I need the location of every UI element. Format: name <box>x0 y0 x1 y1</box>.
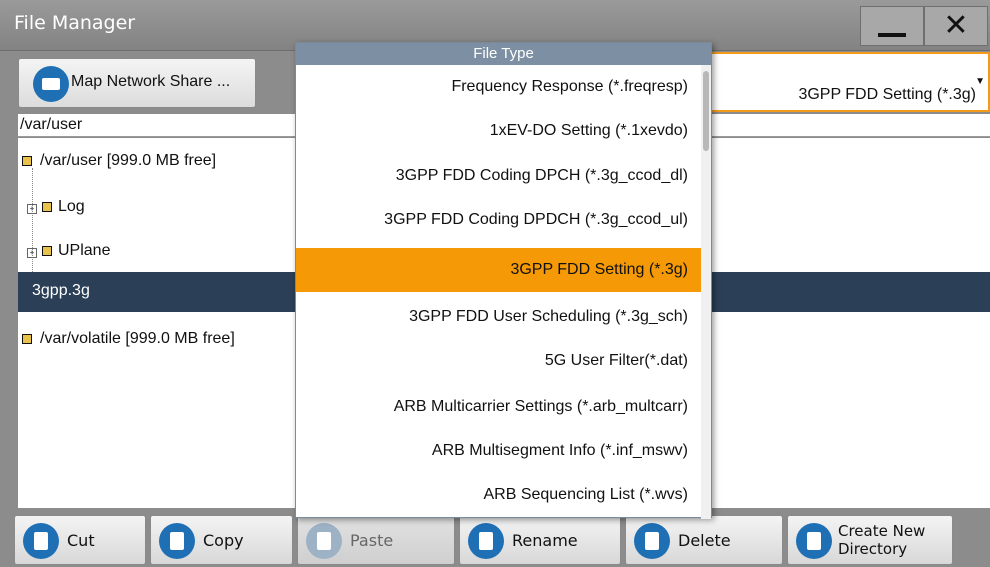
tree-item-label: /var/volatile [999.0 MB free] <box>40 330 235 347</box>
scrollbar-thumb[interactable] <box>703 71 709 151</box>
file-type-option[interactable]: ARB Sequencing List (*.wvs) <box>296 473 702 517</box>
file-type-option[interactable]: ARB Multicarrier Settings (*.arb_multcar… <box>296 385 702 429</box>
create-directory-label: Create New Directory <box>838 522 925 558</box>
copy-label: Copy <box>203 531 244 550</box>
map-network-share-button[interactable]: Map Network Share ... <box>18 58 256 108</box>
cut-button[interactable]: Cut <box>14 515 146 565</box>
file-type-value: 3GPP FDD Setting (*.3g) <box>798 86 976 103</box>
close-icon: ✕ <box>943 8 969 43</box>
paste-button[interactable]: Paste <box>297 515 455 565</box>
copy-button[interactable]: Copy <box>150 515 293 565</box>
network-drive-icon <box>33 66 69 102</box>
cut-label: Cut <box>67 531 95 550</box>
map-network-share-label: Map Network Share ... <box>71 73 231 90</box>
file-type-option[interactable]: 1xEV-DO Setting (*.1xevdo) <box>296 109 702 153</box>
rename-label: Rename <box>512 531 578 550</box>
file-type-option[interactable]: Frequency Response (*.freqresp) <box>296 65 702 109</box>
file-type-select[interactable]: 3GPP FDD Setting (*.3g) ▼ <box>710 52 990 112</box>
dropdown-header: File Type <box>296 43 711 65</box>
tree-item-label: Log <box>58 198 85 215</box>
new-folder-icon <box>796 523 832 559</box>
folder-icon <box>42 202 52 212</box>
file-type-option[interactable]: ARB Multisegment Info (*.inf_mswv) <box>296 429 702 473</box>
file-type-option[interactable]: 3GPP FDD Coding DPCH (*.3g_ccod_dl) <box>296 154 702 198</box>
tree-item-label: UPlane <box>58 242 111 259</box>
tree-item-label: /var/user [999.0 MB free] <box>40 152 217 169</box>
tree-item-label: 3gpp.3g <box>32 282 90 299</box>
open-folder-icon <box>22 156 32 166</box>
rename-button[interactable]: Rename <box>459 515 621 565</box>
minimize-button[interactable] <box>860 6 924 46</box>
expand-icon[interactable]: + <box>27 204 37 214</box>
file-type-option[interactable]: 3GPP FDD Coding DPDCH (*.3g_ccod_ul) <box>296 198 702 242</box>
file-type-dropdown[interactable]: File Type Frequency Response (*.freqresp… <box>295 42 712 519</box>
folder-icon <box>42 246 52 256</box>
create-directory-button[interactable]: Create New Directory <box>787 515 953 565</box>
minimize-icon <box>878 33 906 37</box>
delete-icon <box>634 523 670 559</box>
file-manager-window: File Manager ✕ Map Network Share ... 3GP… <box>0 0 990 567</box>
file-type-option[interactable]: 3GPP FDD User Scheduling (*.3g_sch) <box>296 295 702 339</box>
file-type-option-selected[interactable]: 3GPP FDD Setting (*.3g) <box>296 248 702 292</box>
scissors-icon <box>23 523 59 559</box>
expand-icon[interactable]: + <box>27 248 37 258</box>
rename-icon <box>468 523 504 559</box>
copy-icon <box>159 523 195 559</box>
file-type-list[interactable]: Frequency Response (*.freqresp) 1xEV-DO … <box>296 65 702 519</box>
chevron-down-icon: ▼ <box>975 76 985 87</box>
paste-icon <box>306 523 342 559</box>
file-type-option[interactable]: 5G User Filter(*.dat) <box>296 339 702 383</box>
dropdown-scrollbar[interactable] <box>701 65 711 519</box>
create-directory-line2: Directory <box>838 540 908 558</box>
delete-label: Delete <box>678 531 731 550</box>
current-path: /var/user <box>20 116 83 133</box>
delete-button[interactable]: Delete <box>625 515 783 565</box>
window-title: File Manager <box>14 12 136 34</box>
folder-icon <box>22 334 32 344</box>
paste-label: Paste <box>350 531 394 550</box>
create-directory-line1: Create New <box>838 522 926 540</box>
close-button[interactable]: ✕ <box>924 6 988 46</box>
